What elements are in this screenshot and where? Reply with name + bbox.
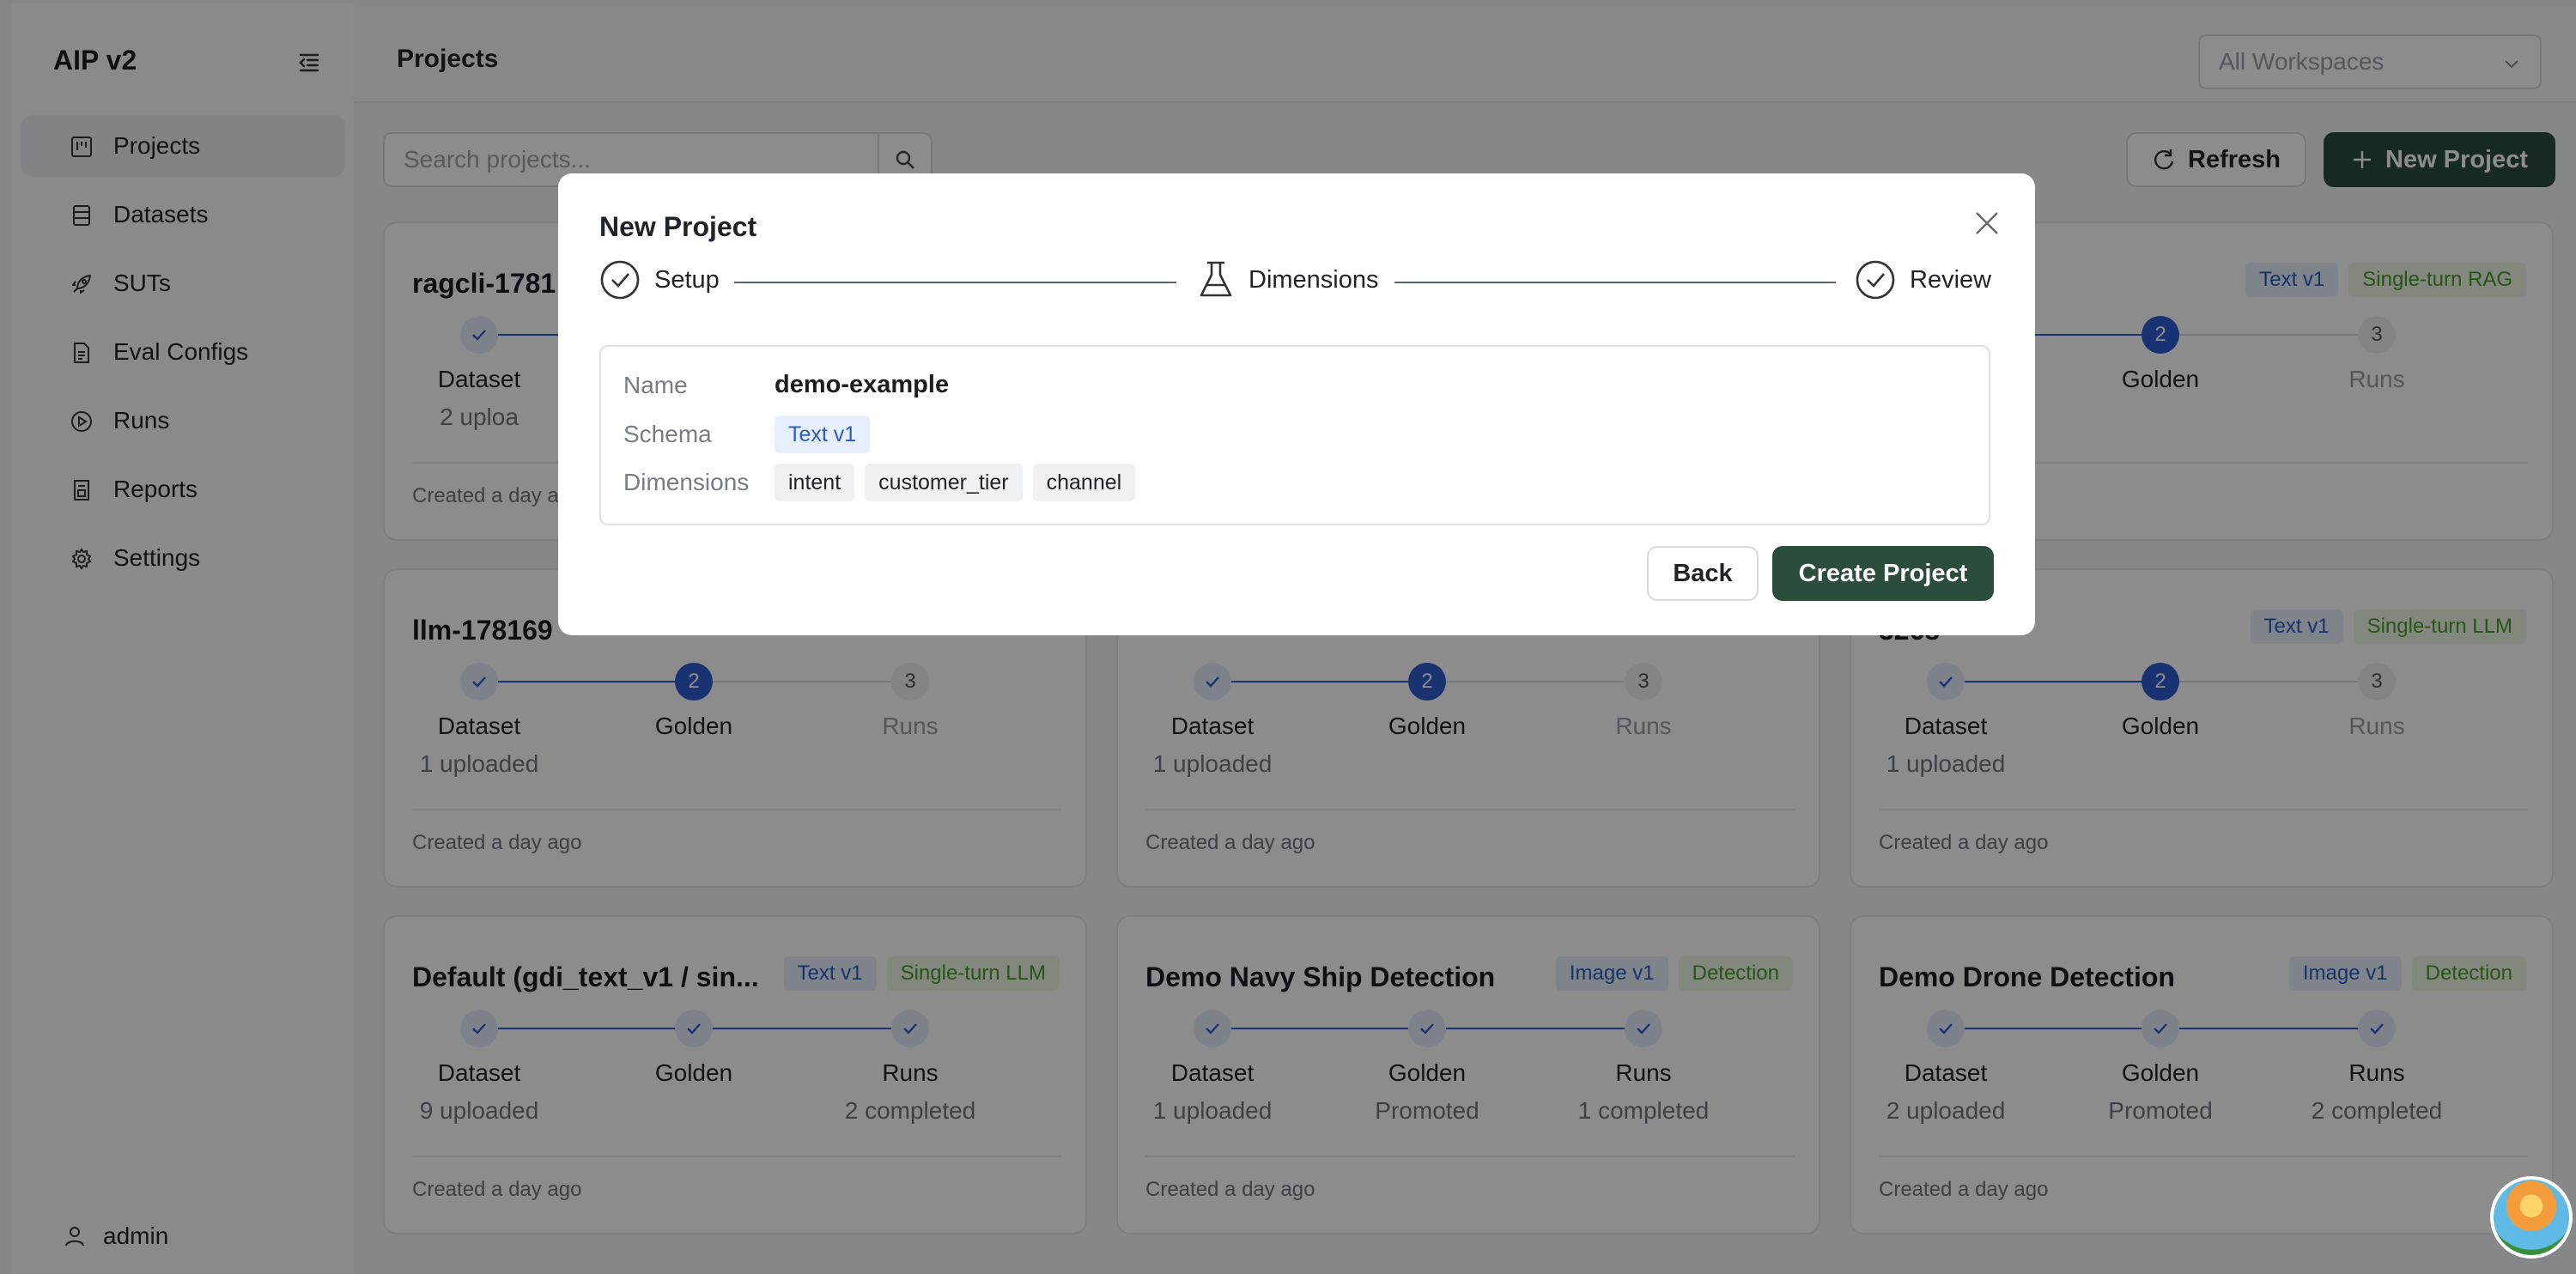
close-icon[interactable] xyxy=(1973,209,2001,237)
wizard-step-review[interactable]: Review xyxy=(1855,259,1991,300)
check-circle-icon xyxy=(600,260,640,300)
wizard-step-setup[interactable]: Setup xyxy=(599,259,720,300)
wizard-step-label: Dimensions xyxy=(1249,265,1379,294)
wizard-connector xyxy=(734,282,1176,283)
review-key: Name xyxy=(623,371,688,398)
flask-icon xyxy=(1200,261,1232,297)
back-button[interactable]: Back xyxy=(1647,546,1759,601)
review-name-value: demo-example xyxy=(775,371,950,398)
dimension-chip: channel xyxy=(1032,464,1136,501)
review-row-name: Name demo-example xyxy=(623,371,949,399)
review-summary: Name demo-example Schema Text v1 Dimensi… xyxy=(599,345,1990,525)
check-circle-icon xyxy=(1856,260,1895,300)
review-key: Schema xyxy=(623,421,712,447)
wizard-step-label: Review xyxy=(1910,265,1992,294)
app-root: AIP v2 Projects Datasets SUTs Eval Confi… xyxy=(0,0,2576,1274)
dimension-chip: intent xyxy=(775,464,855,501)
new-project-modal: New Project Setup Dimensions Review Name… xyxy=(558,173,2035,635)
review-row-schema: Schema Text v1 xyxy=(623,416,880,453)
review-row-dimensions: Dimensions intent customer_tier channel xyxy=(623,464,1145,501)
dimension-chip: customer_tier xyxy=(865,464,1023,501)
wizard-connector xyxy=(1394,282,1836,283)
schema-chip: Text v1 xyxy=(775,416,871,453)
review-key: Dimensions xyxy=(623,469,750,495)
assistant-avatar[interactable] xyxy=(2490,1176,2573,1259)
wizard-step-dimensions[interactable]: Dimensions xyxy=(1197,259,1379,300)
create-project-button[interactable]: Create Project xyxy=(1772,546,1994,601)
wizard-step-label: Setup xyxy=(654,265,720,294)
modal-title: New Project xyxy=(599,211,757,242)
